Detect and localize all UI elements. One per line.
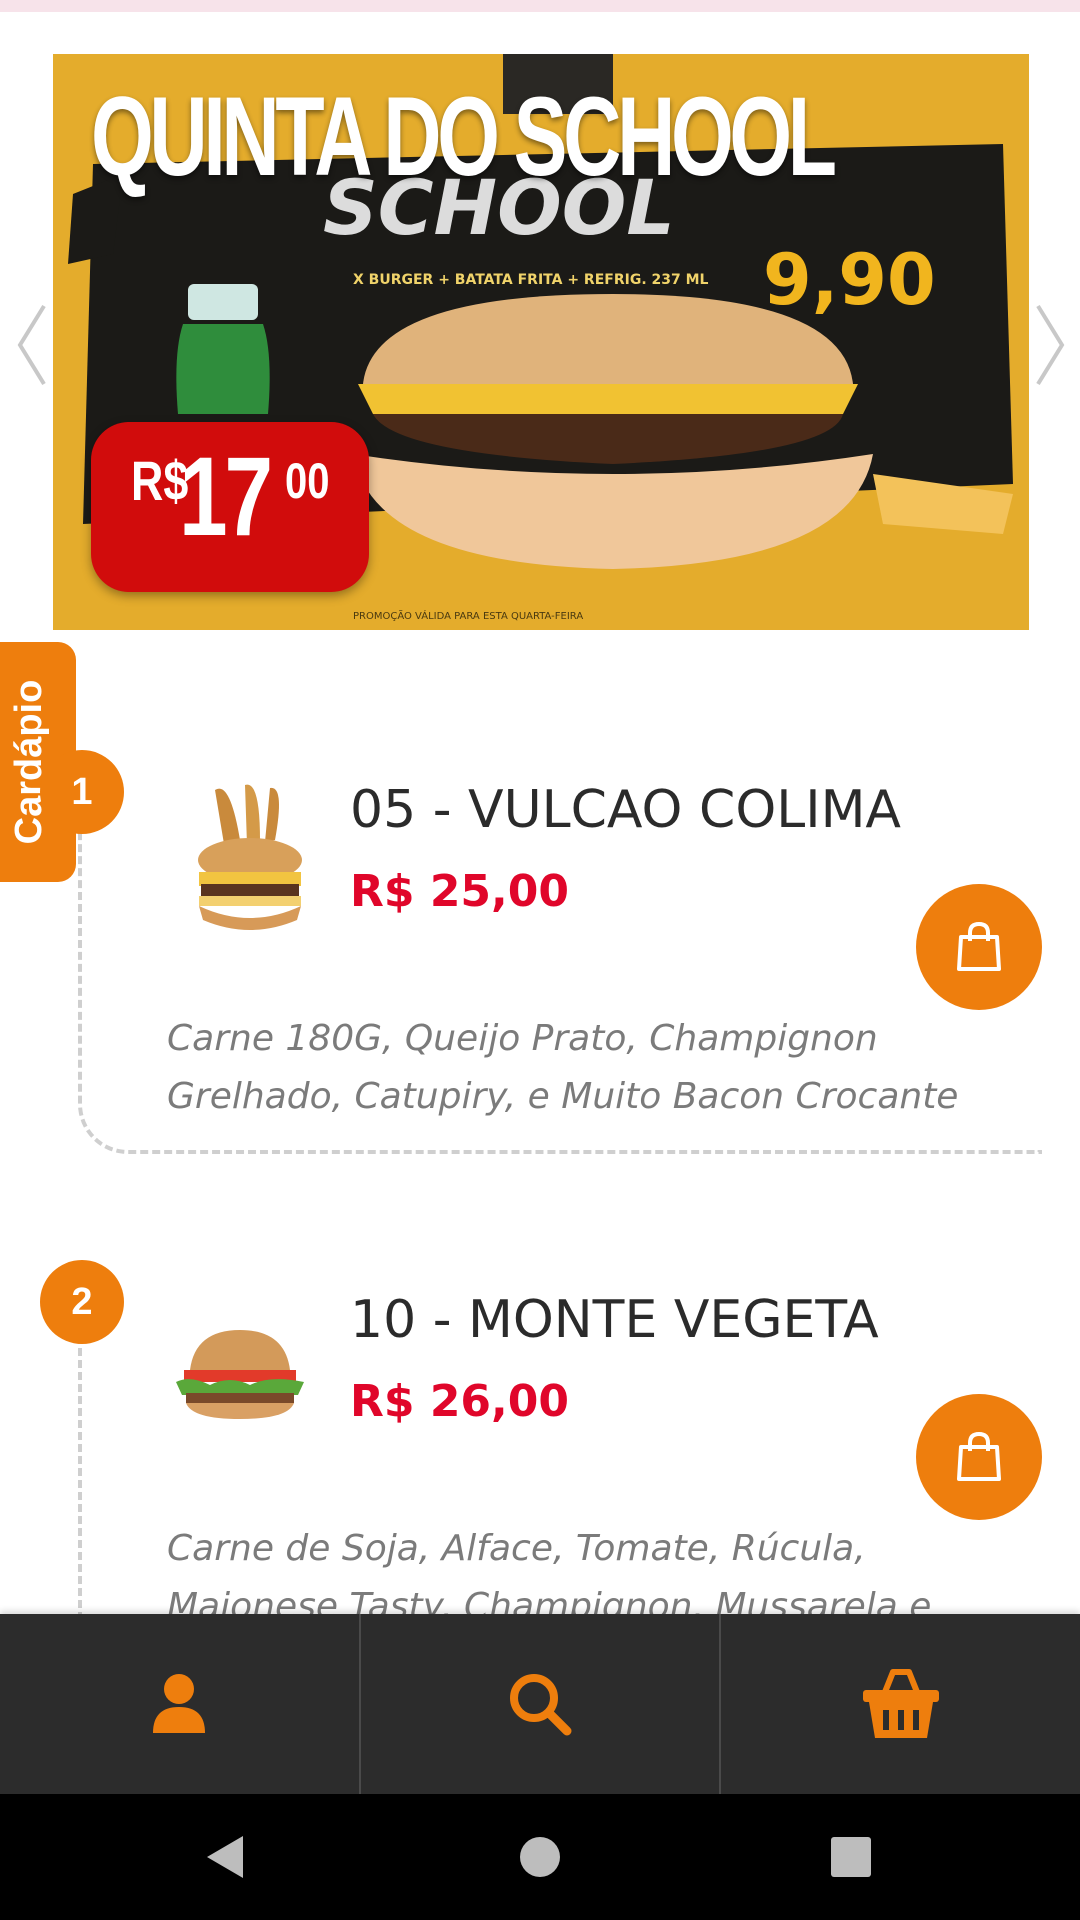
price-tag: R$ 17 00	[91, 422, 369, 592]
status-strip	[0, 0, 1080, 12]
item-name[interactable]: 05 - VULCAO COLIMA	[350, 780, 901, 840]
menu-side-tab-label: Cardápio	[8, 679, 50, 845]
bottom-nav	[0, 1614, 1080, 1794]
back-icon[interactable]	[205, 1834, 245, 1880]
recents-icon[interactable]	[830, 1836, 872, 1878]
item-price: R$ 25,00	[350, 866, 569, 917]
add-to-cart-button[interactable]	[916, 1394, 1042, 1520]
item-name[interactable]: 10 - MONTE VEGETA	[350, 1290, 879, 1350]
svg-text:9,90: 9,90	[763, 239, 936, 321]
search-button[interactable]	[361, 1614, 722, 1794]
banner-title: QUINTA DO SCHOOL	[91, 74, 837, 199]
shopping-bag-icon	[957, 921, 1001, 971]
home-icon[interactable]	[519, 1836, 561, 1878]
item-image[interactable]	[170, 1325, 310, 1420]
price-integer: 17	[179, 434, 273, 559]
promo-banner[interactable]: SCHOOL X BURGER + BATATA FRITA + REFRIG.…	[53, 54, 1029, 630]
add-to-cart-button[interactable]	[916, 884, 1042, 1010]
item-description: Carne 180G, Queijo Prato, Champignon Gre…	[167, 1018, 959, 1117]
chevron-left-icon[interactable]	[12, 300, 52, 390]
svg-text:X BURGER + BATATA FRITA + REFR: X BURGER + BATATA FRITA + REFRIG. 237 ML	[353, 272, 709, 288]
chevron-right-icon[interactable]	[1030, 300, 1070, 390]
shopping-bag-icon	[957, 1431, 1001, 1481]
item-number-badge: 2	[40, 1260, 124, 1344]
item-price: R$ 26,00	[350, 1376, 569, 1427]
profile-button[interactable]	[0, 1614, 361, 1794]
price-cents: 00	[285, 453, 330, 509]
svg-text:PROMOÇÃO VÁLIDA PARA ESTA QUAR: PROMOÇÃO VÁLIDA PARA ESTA QUARTA-FEIRA	[353, 609, 583, 622]
user-icon	[153, 1674, 206, 1733]
item-image[interactable]	[185, 780, 315, 940]
basket-icon	[862, 1669, 939, 1738]
item-number-badge: 1	[40, 750, 124, 834]
search-icon	[510, 1674, 572, 1736]
system-nav-bar	[0, 1794, 1080, 1920]
cart-button[interactable]	[721, 1614, 1080, 1794]
